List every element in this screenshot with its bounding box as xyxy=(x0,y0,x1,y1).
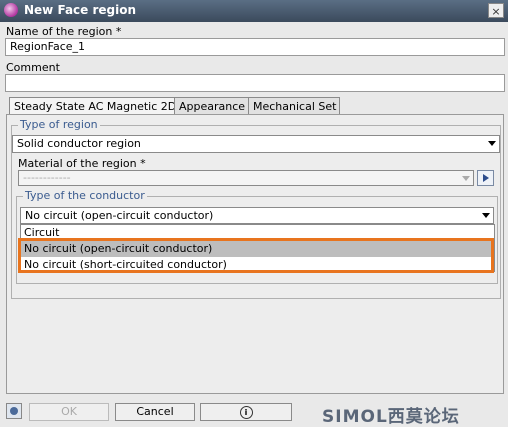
type-of-region-legend: Type of region xyxy=(18,118,100,131)
chevron-down-icon xyxy=(462,176,470,181)
tab-mechanical-set[interactable]: Mechanical Set xyxy=(248,97,340,115)
conductor-type-select[interactable]: No circuit (open-circuit conductor) xyxy=(20,207,494,224)
name-field[interactable]: RegionFace_1 xyxy=(5,38,505,56)
ok-button: OK xyxy=(29,403,109,421)
tab-steady-state-ac[interactable]: Steady State AC Magnetic 2D xyxy=(9,97,177,115)
comment-label: Comment xyxy=(6,61,60,74)
chevron-down-icon xyxy=(488,141,496,146)
play-icon xyxy=(483,174,489,182)
region-type-value: Solid conductor region xyxy=(17,137,141,150)
title-bar: New Face region × xyxy=(0,0,508,22)
conductor-type-legend: Type of the conductor xyxy=(23,189,147,202)
conductor-type-value: No circuit (open-circuit conductor) xyxy=(25,209,214,222)
material-label: Material of the region * xyxy=(18,157,146,170)
close-button[interactable]: × xyxy=(488,3,504,18)
watermark-logo: SIMOL西莫论坛 xyxy=(322,407,460,427)
material-value: ------------ xyxy=(23,171,71,184)
material-select: ------------ xyxy=(18,170,474,186)
highlight-box xyxy=(18,238,494,273)
comment-field[interactable] xyxy=(5,74,505,92)
info-icon: i xyxy=(239,405,253,419)
name-label: Name of the region * xyxy=(6,25,122,38)
material-browse-button[interactable] xyxy=(477,170,494,186)
chevron-down-icon xyxy=(482,213,490,218)
region-type-select[interactable]: Solid conductor region xyxy=(12,135,500,153)
info-button[interactable]: i xyxy=(200,403,292,421)
window-title: New Face region xyxy=(24,3,137,17)
help-icon[interactable] xyxy=(6,403,22,419)
app-icon xyxy=(4,3,18,17)
tab-appearance[interactable]: Appearance xyxy=(174,97,250,115)
cancel-button[interactable]: Cancel xyxy=(115,403,195,421)
